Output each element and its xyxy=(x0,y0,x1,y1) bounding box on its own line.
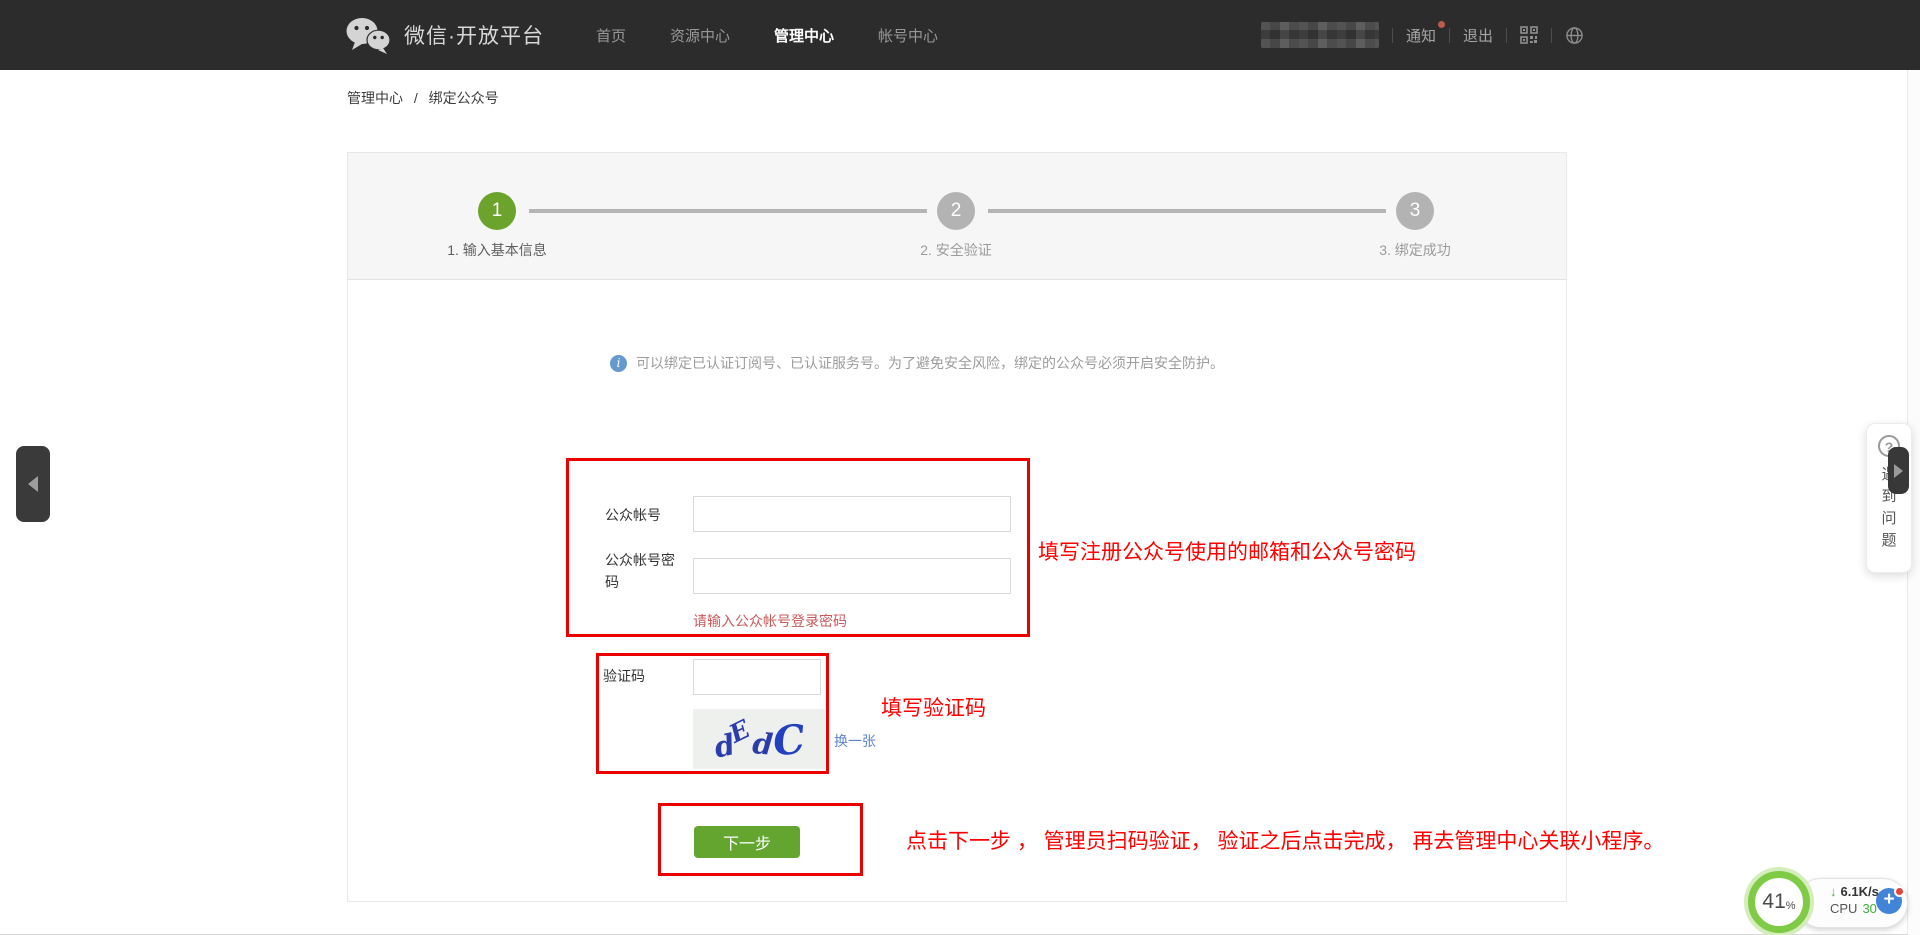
download-speed-value: 6.1K/s xyxy=(1841,884,1879,899)
step-3-label: 3. 绑定成功 xyxy=(1305,240,1525,260)
info-notice-text: 可以绑定已认证订阅号、已认证服务号。为了避免安全风险，绑定的公众号必须开启安全防… xyxy=(636,353,1224,373)
step-2-label: 2. 安全验证 xyxy=(846,240,1066,260)
triangle-right-icon xyxy=(1894,464,1903,478)
captcha-char: C xyxy=(771,715,808,765)
cpu-label: CPU xyxy=(1830,901,1857,916)
header-divider xyxy=(1449,28,1450,43)
stepper: 1 2 3 1. 输入基本信息 2. 安全验证 3. 绑定成功 xyxy=(348,153,1566,280)
download-arrow-icon: ↓ xyxy=(1830,884,1837,899)
memory-usage-gauge[interactable]: 41% xyxy=(1748,871,1810,933)
next-step-button[interactable]: 下一步 xyxy=(694,826,800,858)
step-connector-line xyxy=(988,209,1386,213)
password-input[interactable] xyxy=(693,558,1011,594)
alert-dot xyxy=(1894,886,1905,897)
breadcrumb: 管理中心 / 绑定公众号 xyxy=(347,88,499,108)
gauge-percent-unit: % xyxy=(1786,900,1796,912)
nav-home[interactable]: 首页 xyxy=(596,25,626,46)
header-right-cluster: 通知 退出 xyxy=(1261,22,1584,48)
captcha-refresh-link[interactable]: 换一张 xyxy=(834,731,876,751)
logout-link[interactable]: 退出 xyxy=(1463,25,1493,46)
wechat-logo-icon xyxy=(345,16,391,54)
gauge-percent: 41 xyxy=(1762,890,1785,914)
top-header: 微信·开放平台 首页 资源中心 管理中心 帐号中心 通知 退出 xyxy=(0,0,1920,70)
header-divider xyxy=(1506,28,1507,43)
collapse-left-panel-button[interactable] xyxy=(16,446,50,522)
plus-icon: + xyxy=(1883,889,1894,910)
breadcrumb-management-center[interactable]: 管理中心 xyxy=(347,90,403,106)
header-divider xyxy=(1551,28,1552,43)
breadcrumb-current: 绑定公众号 xyxy=(429,90,499,106)
breadcrumb-separator: / xyxy=(414,90,418,106)
captcha-label: 验证码 xyxy=(603,665,683,687)
notifications-link[interactable]: 通知 xyxy=(1406,25,1436,46)
bind-official-account-panel: 1 2 3 1. 输入基本信息 2. 安全验证 3. 绑定成功 可以绑定已认证订… xyxy=(347,152,1567,902)
nav-management-center[interactable]: 管理中心 xyxy=(774,25,834,46)
account-input[interactable] xyxy=(693,496,1011,532)
brand-home-link[interactable]: 微信·开放平台 xyxy=(345,16,544,54)
notifications-label: 通知 xyxy=(1406,28,1436,45)
help-feedback-tab[interactable]: ? 遇 到 问 题 xyxy=(1866,423,1912,573)
account-label: 公众帐号 xyxy=(605,504,685,526)
step-connector-line xyxy=(529,209,927,213)
captcha-char: d xyxy=(751,726,774,762)
step-2-circle: 2 xyxy=(937,192,975,230)
step-1-circle: 1 xyxy=(478,192,516,230)
wechat-open-platform-page: 微信·开放平台 首页 资源中心 管理中心 帐号中心 通知 退出 xyxy=(0,0,1920,935)
nav-account-center[interactable]: 帐号中心 xyxy=(878,25,938,46)
accelerate-plus-button[interactable]: + xyxy=(1876,888,1902,914)
header-divider xyxy=(1392,28,1393,43)
main-nav: 首页 资源中心 管理中心 帐号中心 xyxy=(596,25,938,46)
password-label: 公众帐号密码 xyxy=(605,549,683,593)
step-3-circle: 3 xyxy=(1396,192,1434,230)
captcha-image[interactable]: d E d C xyxy=(693,709,825,769)
language-globe-icon[interactable] xyxy=(1565,26,1584,45)
triangle-left-icon xyxy=(28,476,38,492)
qr-code-icon[interactable] xyxy=(1520,26,1538,44)
step-1-label: 1. 输入基本信息 xyxy=(387,240,607,260)
info-icon xyxy=(610,355,627,372)
username-blurred[interactable] xyxy=(1261,22,1379,48)
captcha-input[interactable] xyxy=(693,659,821,695)
notification-badge-dot xyxy=(1438,21,1445,28)
info-notice-row: 可以绑定已认证订阅号、已认证服务号。为了避免安全风险，绑定的公众号必须开启安全防… xyxy=(610,353,1224,373)
help-char: 问 xyxy=(1867,508,1911,530)
brand-title: 微信·开放平台 xyxy=(404,20,544,50)
collapse-help-tab-button[interactable] xyxy=(1888,447,1909,494)
help-char: 题 xyxy=(1867,530,1911,552)
password-error-message: 请输入公众帐号登录密码 xyxy=(693,611,847,631)
nav-resource-center[interactable]: 资源中心 xyxy=(670,25,730,46)
